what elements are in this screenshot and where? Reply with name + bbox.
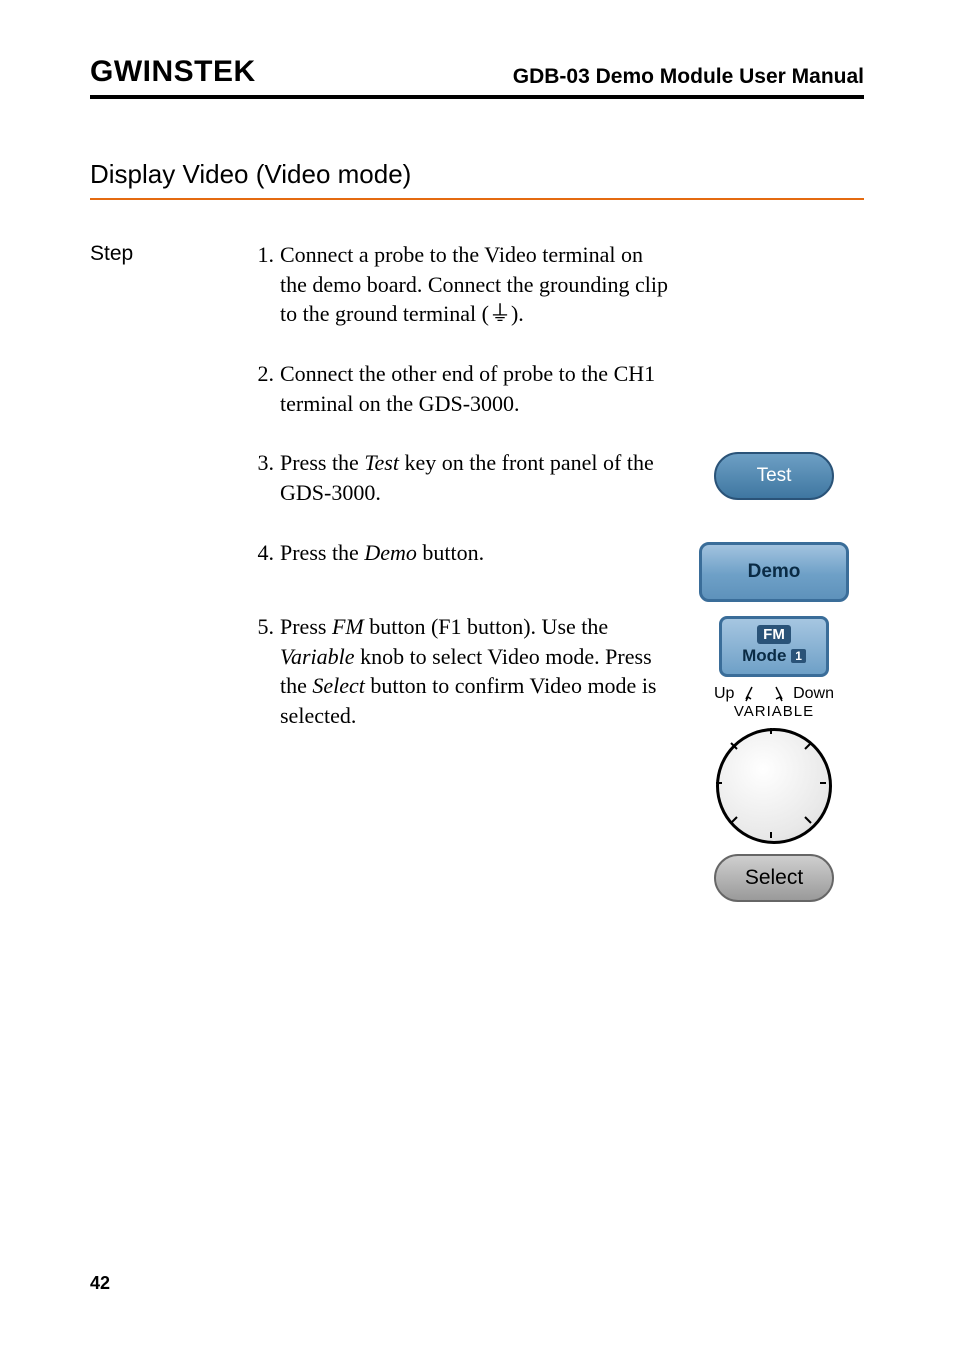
step-number: 4. [250,538,280,566]
down-label: Down [793,685,834,703]
fm-mode-label: Mode 1 [726,646,822,666]
step-number: 2. [250,359,280,387]
brand-logo: GWINSTEK [90,55,256,89]
step-label: Step [90,240,250,266]
visual-cell: Test [684,448,864,510]
ground-icon: ⏚ [489,301,511,326]
step-text: Press the Demo button. [280,538,684,598]
page-number: 42 [90,1273,110,1294]
variable-knob[interactable] [716,728,832,844]
variable-knob-group: Up Down VARIABLE [714,683,834,720]
visual-cell: Demo [684,538,864,612]
up-label: Up [714,685,734,703]
visual-cell-empty [684,240,864,255]
step-number: 3. [250,448,280,476]
step-number: 5. [250,612,280,640]
visual-cell-empty [684,359,864,374]
fm-mode-button[interactable]: FM Mode 1 [719,616,829,677]
variable-label: VARIABLE [714,703,834,720]
select-button[interactable]: Select [714,854,834,902]
steps-grid: Step 1. Connect a probe to the Video ter… [90,240,864,912]
arrow-up-down-icon [744,683,784,705]
test-button[interactable]: Test [714,452,834,500]
page-header: GWINSTEK GDB-03 Demo Module User Manual [90,55,864,99]
demo-button[interactable]: Demo [699,542,849,602]
step-text: Press FM button (F1 button). Use the Var… [280,612,684,761]
step-text: Connect a probe to the Video terminal on… [280,240,684,359]
step-number: 1. [250,240,280,268]
document-title: GDB-03 Demo Module User Manual [513,65,864,89]
visual-cell: FM Mode 1 Up Down VARIABLE [684,612,864,912]
section-title: Display Video (Video mode) [90,159,864,200]
step-text: Press the Test key on the front panel of… [280,448,684,537]
fm-badge: FM [757,625,791,644]
step-text: Connect the other end of probe to the CH… [280,359,684,448]
